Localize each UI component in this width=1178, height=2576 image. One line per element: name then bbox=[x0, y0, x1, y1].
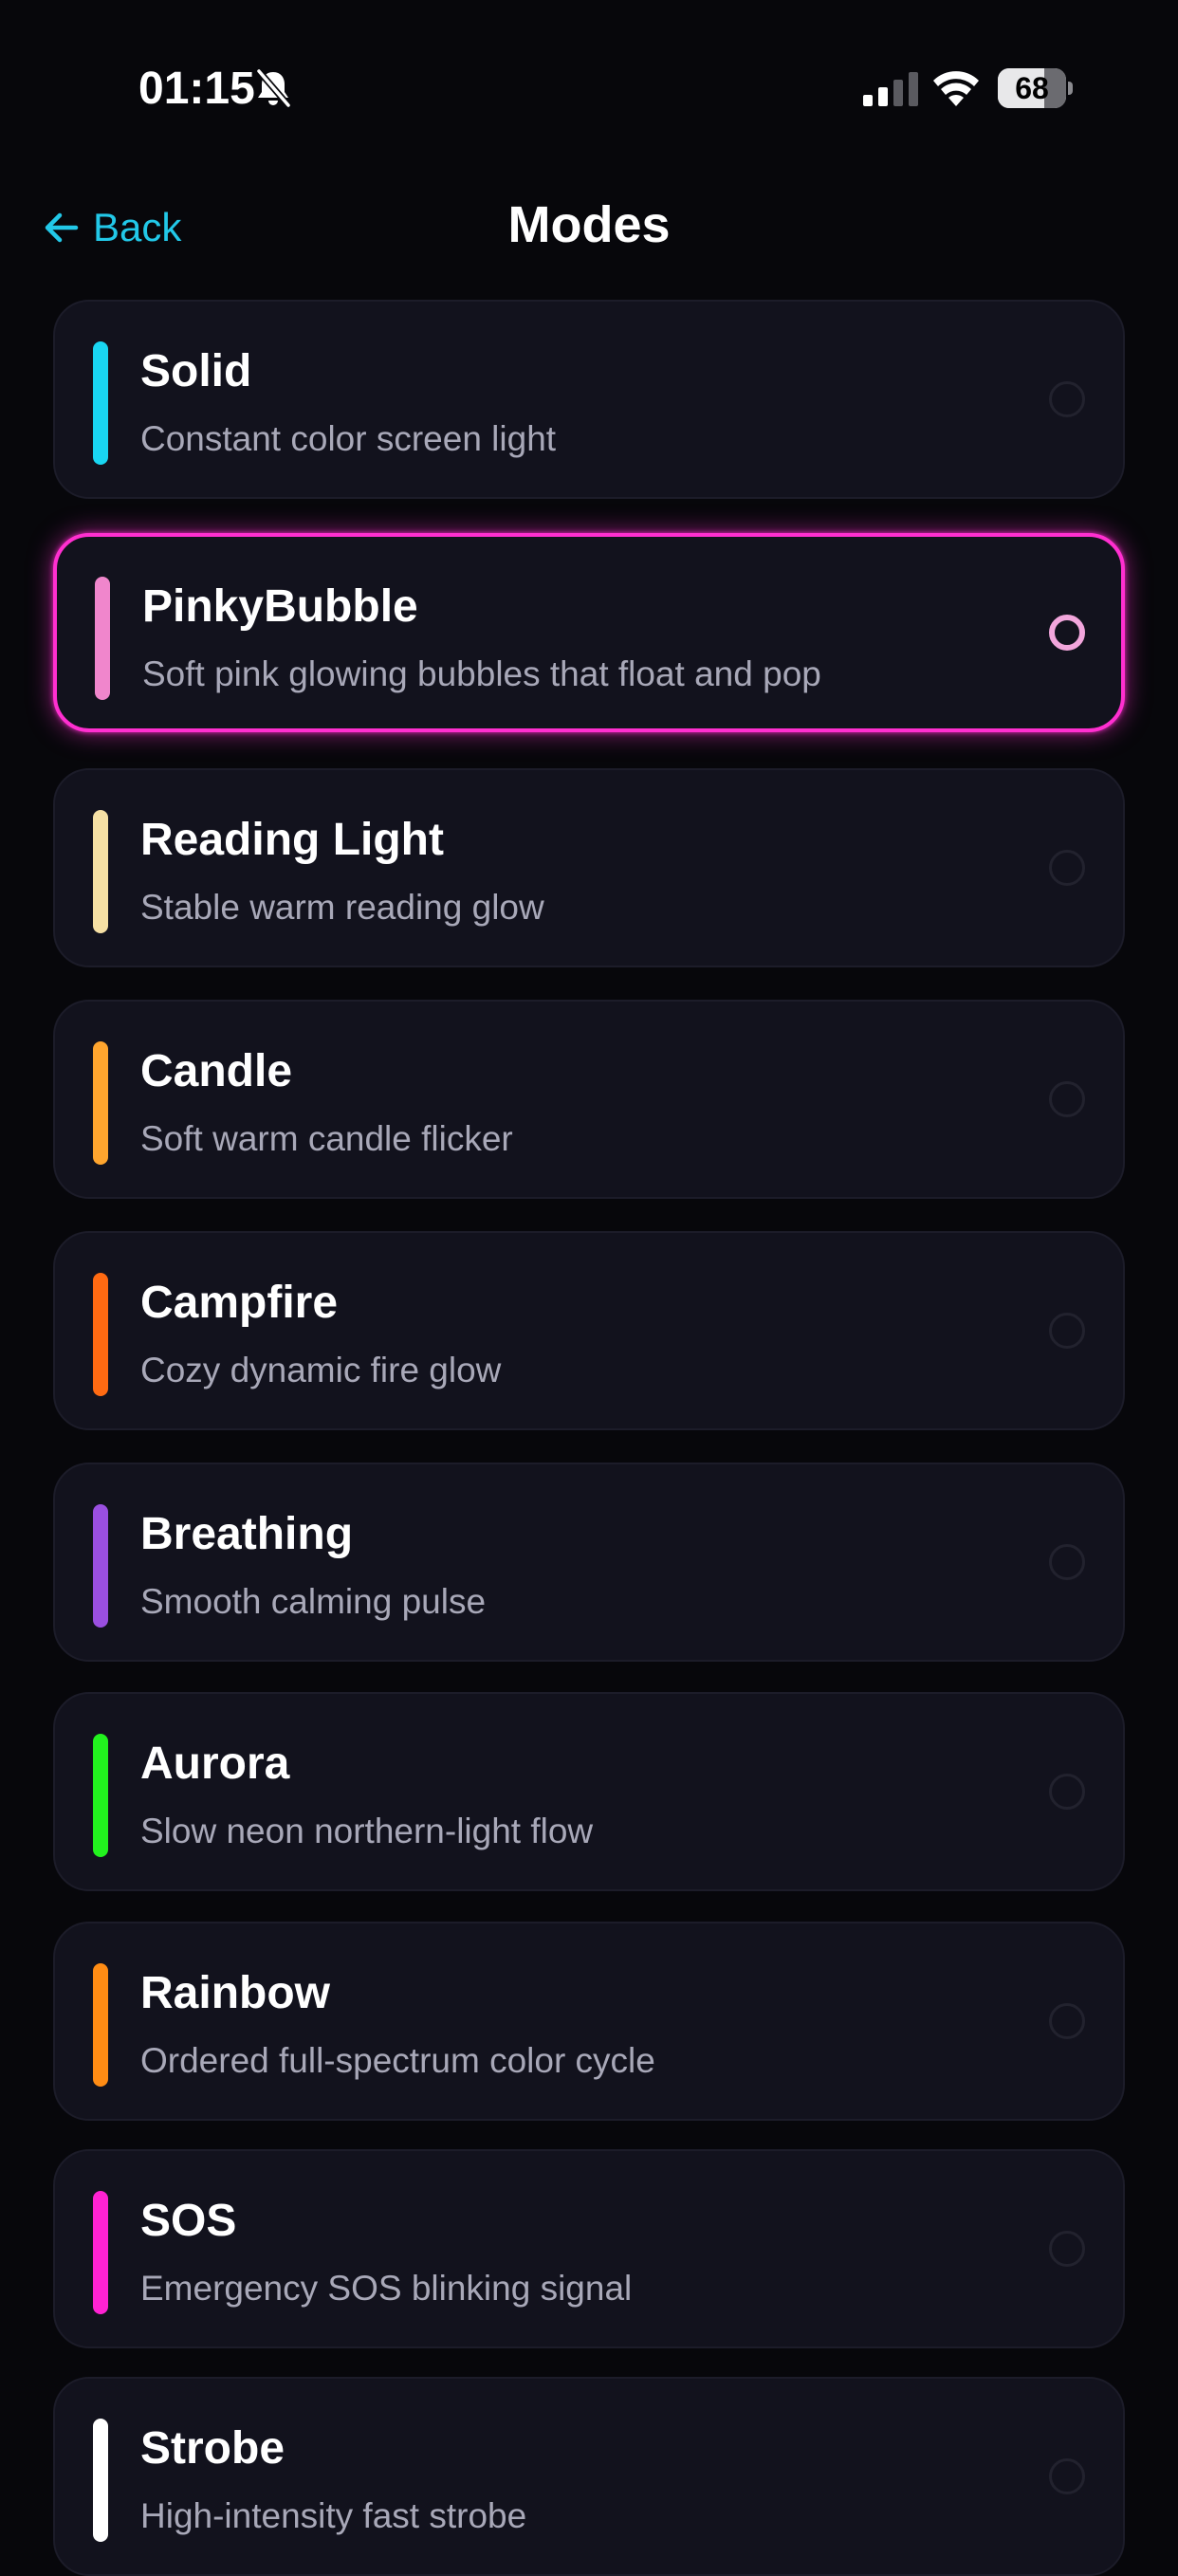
mode-description: Slow neon northern-light flow bbox=[140, 1812, 594, 1850]
mode-name: Breathing bbox=[140, 1509, 354, 1559]
radio-button[interactable] bbox=[1049, 2231, 1085, 2267]
mode-name: Reading Light bbox=[140, 815, 444, 865]
mode-name: Aurora bbox=[140, 1739, 290, 1789]
mode-name: Strobe bbox=[140, 2423, 285, 2474]
radio-button[interactable] bbox=[1049, 615, 1085, 651]
mode-color-indicator bbox=[93, 1963, 108, 2087]
radio-button[interactable] bbox=[1049, 2003, 1085, 2039]
mode-color-indicator bbox=[93, 2191, 108, 2314]
radio-button[interactable] bbox=[1049, 1774, 1085, 1810]
mode-description: Smooth calming pulse bbox=[140, 1582, 487, 1621]
mode-color-indicator bbox=[93, 1734, 108, 1857]
mode-color-indicator bbox=[93, 1041, 108, 1165]
radio-button[interactable] bbox=[1049, 381, 1085, 417]
mode-card-strobe[interactable]: Strobe High-intensity fast strobe bbox=[53, 2377, 1125, 2576]
mode-color-indicator bbox=[95, 577, 110, 700]
mode-name: Candle bbox=[140, 1046, 293, 1096]
battery-icon: 68 bbox=[998, 68, 1074, 108]
mode-card-campfire[interactable]: Campfire Cozy dynamic fire glow bbox=[53, 1231, 1125, 1430]
radio-button[interactable] bbox=[1049, 1544, 1085, 1580]
mode-description: Constant color screen light bbox=[140, 419, 557, 458]
mode-description: Soft pink glowing bubbles that float and… bbox=[142, 654, 821, 693]
status-bar: 01:15 68 bbox=[0, 0, 1178, 180]
mode-description: Stable warm reading glow bbox=[140, 888, 544, 927]
bell-slash-icon bbox=[256, 68, 291, 108]
mode-description: High-intensity fast strobe bbox=[140, 2496, 527, 2535]
mode-card-reading-light[interactable]: Reading Light Stable warm reading glow bbox=[53, 768, 1125, 967]
mode-description: Soft warm candle flicker bbox=[140, 1119, 513, 1158]
mode-name: Rainbow bbox=[140, 1968, 330, 2018]
mode-name: PinkyBubble bbox=[142, 581, 418, 632]
radio-button[interactable] bbox=[1049, 850, 1085, 886]
mode-color-indicator bbox=[93, 1504, 108, 1628]
page-title: Modes bbox=[507, 196, 671, 253]
mode-card-rainbow[interactable]: Rainbow Ordered full-spectrum color cycl… bbox=[53, 1922, 1125, 2121]
radio-button[interactable] bbox=[1049, 2458, 1085, 2494]
mode-color-indicator bbox=[93, 1273, 108, 1396]
status-time: 01:15 bbox=[138, 64, 255, 114]
mode-description: Ordered full-spectrum color cycle bbox=[140, 2041, 655, 2080]
mode-card-pinkybubble[interactable]: PinkyBubble Soft pink glowing bubbles th… bbox=[53, 533, 1125, 732]
mode-name: Campfire bbox=[140, 1278, 339, 1328]
radio-button[interactable] bbox=[1049, 1313, 1085, 1349]
mode-color-indicator bbox=[93, 810, 108, 933]
mode-description: Emergency SOS blinking signal bbox=[140, 2269, 633, 2308]
mode-card-sos[interactable]: SOS Emergency SOS blinking signal bbox=[53, 2149, 1125, 2348]
mode-card-solid[interactable]: Solid Constant color screen light bbox=[53, 300, 1125, 499]
cellular-signal-icon bbox=[863, 72, 918, 106]
mode-color-indicator bbox=[93, 341, 108, 465]
radio-button[interactable] bbox=[1049, 1081, 1085, 1117]
navigation-bar: Back Modes bbox=[0, 180, 1178, 304]
mode-description: Cozy dynamic fire glow bbox=[140, 1351, 502, 1389]
wifi-icon bbox=[933, 71, 979, 106]
mode-card-breathing[interactable]: Breathing Smooth calming pulse bbox=[53, 1463, 1125, 1662]
battery-level: 68 bbox=[1015, 71, 1049, 105]
mode-name: SOS bbox=[140, 2196, 237, 2246]
mode-name: Solid bbox=[140, 346, 252, 396]
mode-card-aurora[interactable]: Aurora Slow neon northern-light flow bbox=[53, 1692, 1125, 1891]
mode-card-candle[interactable]: Candle Soft warm candle flicker bbox=[53, 1000, 1125, 1199]
mode-color-indicator bbox=[93, 2419, 108, 2542]
